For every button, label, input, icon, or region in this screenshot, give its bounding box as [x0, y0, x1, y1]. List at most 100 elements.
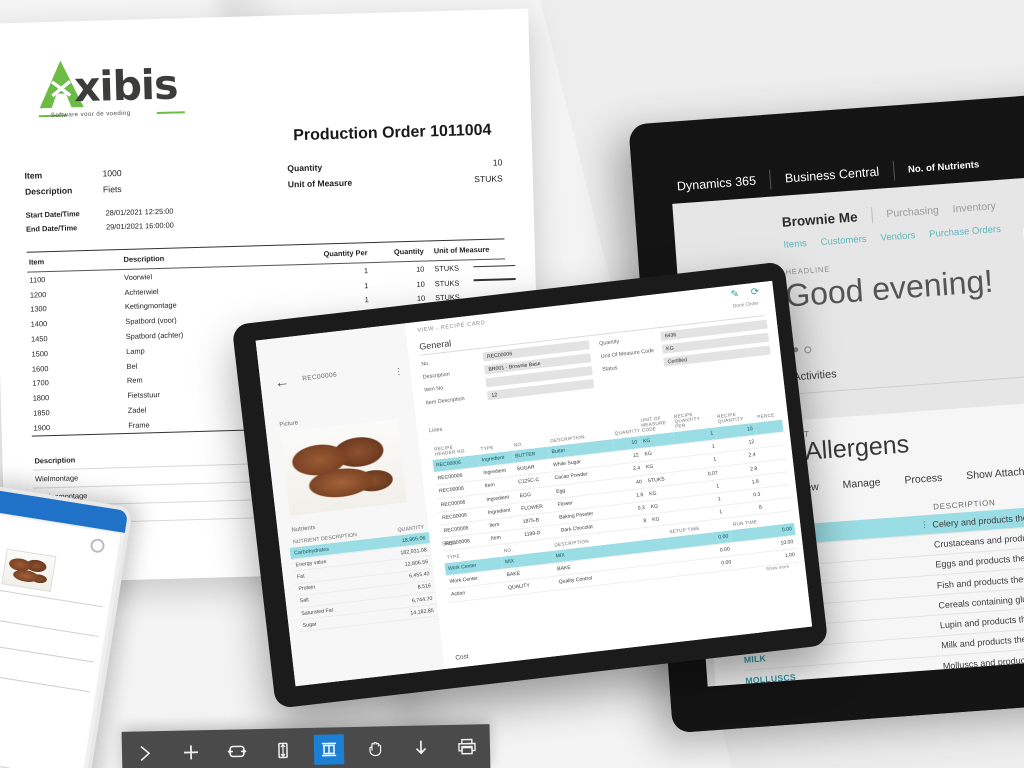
report-dates: Start Date/Time 28/01/2021 12:25:00 End … — [25, 197, 504, 234]
bc-company-name[interactable]: Brownie Me — [781, 209, 858, 230]
field-label: Description — [422, 371, 451, 381]
nutrient-quantity: 6,744.70 — [411, 595, 433, 604]
recipe-card-icons: ✎ ⟳ — [730, 286, 760, 300]
field-label-item: Item — [24, 170, 43, 181]
nutrient-quantity: 12,806.56 — [404, 559, 429, 568]
bc-nav-divider — [870, 207, 873, 224]
axibis-logo: xibis Software voor de voeding — [37, 55, 219, 122]
screenshot-stage: xibis Software voor de voeding Productio… — [0, 0, 1024, 768]
nutrient-name: Saturated Fat — [300, 607, 334, 617]
allergen-description: Celery and products thereof — [932, 511, 1024, 530]
axibis-tagline: Software voor de voeding — [50, 109, 131, 119]
col-quantity: Quantity — [369, 241, 427, 263]
picture-section-label: Picture — [279, 420, 299, 429]
brownie-photo-thumb — [1, 548, 57, 592]
bc-nav: Brownie Me Purchasing Inventory — [781, 186, 1024, 230]
bc-nav-inventory[interactable]: Inventory — [952, 200, 996, 215]
bc-activities-heading: Activities — [792, 368, 838, 384]
field-label: No. — [421, 360, 431, 368]
back-arrow-icon[interactable]: ← — [274, 373, 291, 392]
field-label: Unit Of Measure Code — [600, 347, 655, 360]
next-page-icon[interactable] — [130, 738, 161, 768]
bc-subnav-items[interactable]: Items — [783, 238, 807, 251]
refresh-icon[interactable]: ⟳ — [750, 286, 760, 298]
zoom-in-icon[interactable] — [176, 737, 207, 768]
process-button[interactable]: Process — [904, 472, 943, 487]
field-label-uom: Unit of Measure — [287, 177, 353, 190]
recipe-breadcrumb: VIEW - RECIPE CARD — [417, 320, 486, 334]
bc-product[interactable]: Business Central — [770, 164, 893, 187]
field-value-quantity: 10 — [492, 157, 503, 168]
nutrient-name: Fat — [296, 573, 306, 581]
fit-height-icon[interactable] — [268, 735, 299, 766]
pan-hand-icon[interactable] — [360, 733, 391, 764]
fit-width-icon[interactable] — [222, 736, 253, 767]
nutrient-name: Sugar — [302, 621, 318, 629]
gear-icon[interactable] — [89, 537, 106, 554]
pdf-viewer-toolbar — [121, 724, 491, 768]
bc-nav-purchasing[interactable]: Purchasing — [886, 204, 939, 220]
nutrient-quantity: 6,455.40 — [408, 571, 430, 580]
lines-section-label: Lines — [428, 426, 443, 435]
field-label-description: Description — [24, 185, 73, 197]
nutrient-quantity: 8.516 — [417, 583, 432, 591]
field-label: Status — [601, 364, 618, 373]
nutrients-section-label: Nutrients — [291, 524, 316, 534]
nutrient-quantity: 182,931.08 — [400, 547, 428, 557]
nutrients-rows: Carbohydrates 18,866.06 Energy value 182,93… — [289, 531, 439, 633]
field-value-item: 1000 — [102, 168, 122, 179]
field-label: Quantity — [598, 338, 620, 347]
done-order-label: Done Order — [732, 300, 760, 310]
bc-subnav-vendors[interactable]: Vendors — [880, 230, 916, 244]
field-label: Item No. — [424, 384, 445, 393]
axibis-wordmark: xibis — [73, 60, 179, 112]
row-menu-icon[interactable]: ⋮ — [920, 520, 929, 530]
allergen-description: Cereals containing gluten — [938, 592, 1024, 611]
cell-c-q: 10 — [415, 264, 425, 274]
col-item: Item — [26, 249, 122, 273]
field-label-start-date: Start Date/Time — [25, 209, 80, 220]
recipe-record-no: REC00006 — [301, 371, 338, 383]
nutrient-name: Protein — [298, 584, 316, 593]
report-header: Item 1000 Description Fiets Quantity 10 … — [24, 157, 503, 196]
col-quantity-per: Quantity Per — [294, 242, 370, 265]
allergen-description: Lupin and products thereof — [939, 612, 1024, 631]
pencil-icon[interactable]: ✎ — [730, 289, 740, 301]
more-vertical-icon[interactable]: ⋮ — [394, 366, 404, 377]
manage-button[interactable]: Manage — [842, 476, 881, 491]
field-label-quantity: Quantity — [287, 162, 323, 174]
recipe-card-right-pane: VIEW - RECIPE CARD ✎ ⟳ Done Order Genera… — [404, 280, 813, 670]
allergen-description: Eggs and products thereof — [935, 552, 1024, 570]
bc-carousel-dots[interactable] — [793, 346, 812, 354]
recipe-card-tablet: ← REC00006 ⋮ Picture Nutrients NUTRIENT … — [231, 261, 829, 709]
logo-rule-right — [156, 111, 185, 115]
nutrient-name: Energy value — [295, 558, 327, 569]
field-value-description: Fiets — [102, 184, 122, 195]
nutrients-table: NUTRIENT DESCRIPTION QUANTITY Carbohydra… — [289, 522, 439, 633]
nutrient-quantity: 14,182.85 — [410, 607, 435, 617]
col-description: DESCRIPTION — [932, 498, 996, 512]
report-title: Production Order 1011004 — [292, 121, 492, 145]
allergen-description: Fish and products thereof — [936, 572, 1024, 591]
print-icon[interactable] — [452, 731, 483, 762]
field-value-uom: STUKS — [474, 173, 503, 185]
report-header-right: Quantity 10 Unit of Measure STUKS — [287, 157, 503, 189]
general-section-heading: General — [418, 338, 452, 352]
show-attached-button[interactable]: Show Attached — [966, 465, 1024, 482]
col-unit-of-measure: Unit of Measure — [425, 238, 506, 262]
field-label-end-date: End Date/Time — [25, 223, 78, 234]
recipe-card-screen: ← REC00006 ⋮ Picture Nutrients NUTRIENT … — [255, 280, 813, 687]
nutrient-name: Salt — [299, 597, 310, 605]
bc-subnav-purchase-orders[interactable]: Purchase Orders — [929, 224, 1001, 240]
fit-page-icon[interactable] — [313, 734, 345, 765]
bc-context[interactable]: No. of Nutrients — [894, 158, 994, 176]
allergen-description: Milk and products thereof — [940, 633, 1024, 651]
cell-c-item: 1900 — [31, 417, 127, 436]
bc-brand[interactable]: Dynamics 365 — [663, 173, 771, 195]
download-icon[interactable] — [406, 732, 437, 763]
report-header-left: Item 1000 Description Fiets — [24, 163, 288, 197]
report-edge-marks — [473, 265, 516, 293]
cost-section-label: Cost — [455, 653, 469, 662]
brownie-photo — [280, 418, 408, 516]
bc-subnav-customers[interactable]: Customers — [820, 234, 867, 248]
